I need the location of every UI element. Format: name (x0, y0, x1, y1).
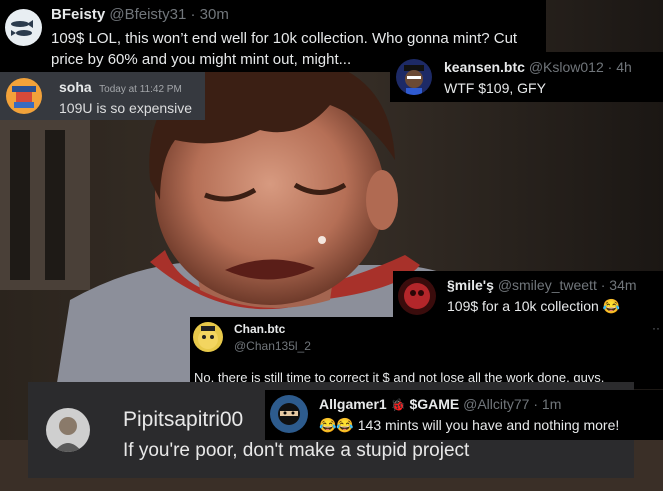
author-handle[interactable]: @Chan135l_2 (234, 339, 311, 353)
tweet-text-line-2: price by 60% and you might mint out, mig… (51, 51, 352, 68)
message-soha: soha Today at 11:42 PM 109U is so expens… (0, 72, 205, 120)
avatar[interactable] (46, 408, 90, 452)
avatar[interactable] (5, 9, 42, 46)
pixel-avatar-icon (12, 86, 36, 108)
author-name[interactable]: soha (59, 79, 92, 95)
avatar[interactable] (270, 395, 308, 433)
tweet-allgamer: Allgamer1 🐞 $GAME @Allcity77 · 1m 😂😂 143… (265, 390, 663, 440)
chick-avatar-icon (198, 326, 218, 349)
ladybug-icon: 🐞 (390, 398, 406, 412)
avatar[interactable] (193, 322, 223, 352)
author-handle[interactable]: @Allcity77 (463, 396, 529, 412)
author-handle[interactable]: @Kslow012 (529, 59, 604, 75)
ape-avatar-icon (404, 65, 424, 95)
laughing-emoji-icon: 😂😂 (319, 417, 354, 433)
timestamp[interactable]: · 34m (601, 277, 637, 293)
timestamp[interactable]: · 30m (190, 6, 228, 23)
author-name[interactable]: Pipitsapitri00 (123, 408, 243, 432)
person-avatar-icon (54, 417, 82, 452)
timestamp: Today at 11:42 PM (99, 84, 182, 95)
author-name[interactable]: BFeisty (51, 6, 105, 23)
tweet-text: 143 mints will you have and nothing more… (357, 417, 620, 433)
avatar[interactable] (396, 59, 432, 95)
tweet-smiles: §mile'ş @smiley_tweett · 34m 109$ for a … (393, 271, 663, 319)
timestamp[interactable]: · 1m (533, 396, 561, 412)
tweet-text: WTF $109, GFY (444, 80, 546, 96)
author-name[interactable]: Allgamer1 (319, 396, 387, 412)
author-name[interactable]: §mile'ş (447, 277, 494, 293)
author-handle[interactable]: @Bfeisty31 (109, 6, 186, 23)
author-name[interactable]: keansen.btc (444, 59, 525, 75)
tweet-text-line-1: 109$ LOL, this won’t end well for 10k co… (51, 30, 518, 47)
timestamp[interactable]: · 4h (608, 59, 632, 75)
author-handle[interactable]: @smiley_tweett (498, 277, 597, 293)
avatar[interactable] (398, 277, 436, 315)
more-options-icon[interactable]: ·· (652, 321, 660, 335)
message-text: 109U is so expensive (59, 100, 193, 116)
tweet-text: 109$ for a 10k collection (447, 298, 599, 314)
avatar[interactable] (6, 78, 42, 114)
tweet-chan: Chan.btc @Chan135l_2 ·· No, there is sti… (190, 317, 663, 389)
comment-text: If you're poor, don't make a stupid proj… (123, 440, 470, 461)
author-name[interactable]: Chan.btc (234, 322, 285, 336)
red-avatar-icon (404, 283, 430, 309)
cashtag[interactable]: $GAME (409, 396, 459, 412)
fish-avatar-icon (11, 20, 33, 36)
ninja-avatar-icon (278, 403, 300, 425)
laughing-emoji-icon: 😂 (602, 298, 621, 314)
tweet-keansen: keansen.btc @Kslow012 · 4h WTF $109, GFY (390, 52, 663, 102)
